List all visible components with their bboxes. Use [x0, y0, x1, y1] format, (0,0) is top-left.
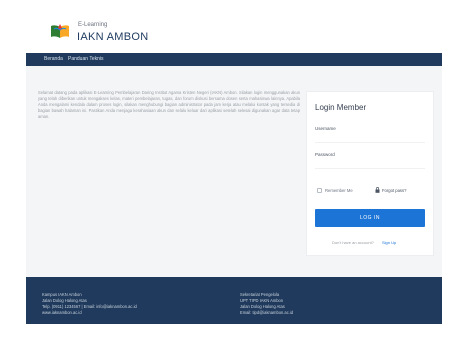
footer-right-line: Sekretariat Pengelola [240, 292, 280, 297]
signup-prompt: Don't have an account? [332, 240, 374, 245]
remember-checkbox[interactable] [317, 188, 322, 193]
username-label: Username [315, 126, 336, 131]
nav-item-panduan[interactable]: Panduan Teknis [68, 56, 104, 62]
footer-right-line: Email: tipd@iaknambon.ac.id [240, 310, 294, 315]
page-frame: E-Learning IAKN AMBON Beranda Panduan Te… [26, 14, 442, 324]
password-input[interactable] [315, 160, 425, 169]
main-navbar: Beranda Panduan Teknis [26, 53, 442, 66]
footer-right-line: UPT TIPD IAKN Ambon [240, 298, 284, 303]
footer-left-line: Jalan Dolog Halong Atas [42, 298, 87, 303]
site-footer: Kampus IAKN Ambon Jalan Dolog Halong Ata… [26, 277, 442, 324]
book-icon [51, 24, 69, 38]
remember-label: Remember Me [325, 188, 353, 193]
footer-right-line: Jalan Dolog Halong Atas [240, 304, 285, 309]
lock-icon [375, 187, 380, 193]
footer-left-line: www.iaknambon.ac.id [42, 310, 82, 315]
login-card: Login Member Username Password Remember … [306, 91, 434, 256]
login-title: Login Member [315, 103, 367, 112]
forgot-password-link[interactable]: Forgot pass? [382, 188, 406, 193]
site-header: E-Learning IAKN AMBON [26, 14, 442, 53]
logo-subtitle: E-Learning [78, 22, 108, 28]
footer-left-line: Telp. (0911) 1234567 | Email: info@iakna… [42, 304, 137, 309]
footer-left-line: Kampus IAKN Ambon [42, 292, 82, 297]
logo-title: IAKN AMBON [77, 31, 149, 43]
username-input[interactable] [315, 134, 425, 143]
signup-link[interactable]: Sign Up [382, 240, 396, 245]
nav-item-beranda[interactable]: Beranda [44, 56, 63, 62]
login-button[interactable]: LOG IN [315, 209, 425, 227]
intro-text: Selamat datang pada aplikasi E-Learning … [38, 90, 300, 120]
password-label: Password [315, 152, 335, 157]
